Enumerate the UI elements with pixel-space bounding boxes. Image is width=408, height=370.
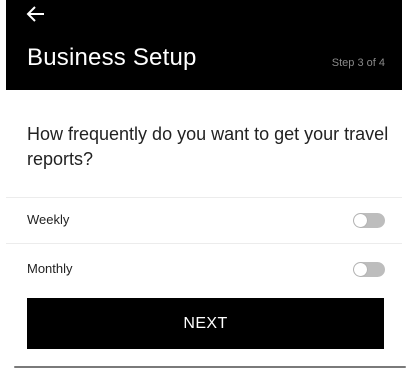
business-setup-screen: Business Setup Step 3 of 4 How frequentl… [6,0,406,368]
toggle-knob [354,214,367,227]
option-label: Monthly [27,261,73,276]
question-text: How frequently do you want to get your t… [27,124,389,169]
page-title: Business Setup [27,44,197,71]
monthly-toggle[interactable] [353,262,385,277]
toggle-knob [354,263,367,276]
step-indicator: Step 3 of 4 [331,57,385,69]
option-weekly[interactable]: Weekly [6,198,402,242]
weekly-toggle[interactable] [353,213,385,228]
back-button[interactable] [24,2,50,26]
arrow-left-icon [24,2,50,26]
next-button[interactable]: NEXT [27,298,384,349]
app-header: Business Setup Step 3 of 4 [6,0,402,90]
bottom-edge-divider [14,366,406,368]
divider [6,243,402,244]
option-label: Weekly [27,212,70,227]
option-monthly[interactable]: Monthly [6,247,402,291]
